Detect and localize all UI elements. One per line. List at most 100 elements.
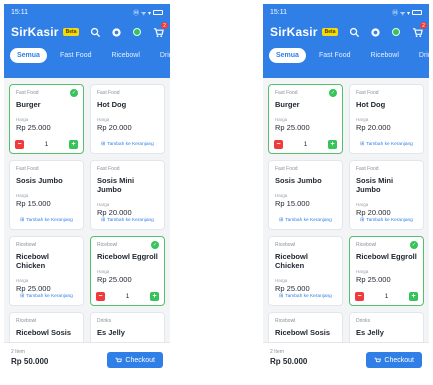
add-to-cart-button[interactable]: ⊞Tambah ke Keranjang — [96, 140, 159, 149]
product-category: Ricebowl — [97, 242, 118, 248]
quantity-stepper: − 1 + — [355, 292, 418, 301]
product-price: Rp 20.000 — [356, 123, 391, 132]
status-bar: 15:11 Ⓜ ᯤ ▾ — [4, 4, 170, 20]
cart-icon: ⊞ — [101, 218, 106, 223]
cart-icon: ⊞ — [101, 142, 106, 147]
product-name: Sosis Jumbo — [275, 176, 322, 185]
product-card[interactable]: Ricebowl Ricebowl Chicken Harga Rp 25.000 ⊞ T… — [268, 236, 343, 306]
cart-icon: ⊞ — [279, 218, 284, 223]
tab-ricebowl[interactable]: Ricebowl — [363, 48, 405, 63]
search-icon[interactable] — [89, 26, 101, 38]
price-label: Harga — [16, 193, 29, 198]
app-header: 15:11 Ⓜ ᯤ ▾ SirKasir Beta 2 Semua Fast F… — [263, 4, 429, 78]
category-icon[interactable] — [110, 26, 122, 38]
product-card[interactable]: Fast Food Burger Harga Rp 25.000 ✓ − 1 + — [268, 84, 343, 154]
price-label: Harga — [97, 202, 110, 207]
price-label: Harga — [16, 278, 29, 283]
product-card[interactable]: Fast Food Sosis Mini Jumbo Harga Rp 20.000 ⊞… — [90, 160, 165, 230]
price-label: Harga — [275, 193, 288, 198]
product-name: Sosis Mini Jumbo — [97, 176, 135, 194]
cart-icon — [116, 357, 123, 362]
product-category: Ricebowl — [16, 318, 37, 324]
product-price: Rp 25.000 — [16, 123, 51, 132]
app-bar: SirKasir Beta 2 — [4, 20, 170, 44]
product-category: Fast Food — [275, 90, 298, 96]
cart-icon[interactable]: 2 — [411, 22, 427, 38]
quantity-value: 1 — [44, 141, 49, 148]
tab-drin[interactable]: Drin — [153, 48, 170, 63]
product-name: Ricebowl Sosis — [16, 328, 72, 337]
signal-icons: Ⓜ ᯤ ▾ — [392, 10, 410, 17]
product-name: Ricebowl Eggroll — [97, 252, 158, 261]
decrease-quantity-button[interactable]: − — [274, 140, 283, 149]
product-card[interactable]: Fast Food Sosis Mini Jumbo Harga Rp 20.000 ⊞… — [349, 160, 424, 230]
tab-semua[interactable]: Semua — [269, 48, 306, 63]
add-to-cart-button[interactable]: ⊞Tambah ke Keranjang — [355, 140, 418, 149]
product-category: Fast Food — [356, 90, 379, 96]
tab-ricebowl[interactable]: Ricebowl — [104, 48, 146, 63]
app-brand: SirKasir — [11, 25, 59, 39]
add-to-cart-button[interactable]: ⊞Tambah ke Keranjang — [274, 292, 337, 301]
product-card[interactable]: Fast Food Sosis Jumbo Harga Rp 15.000 ⊞ Tamba… — [268, 160, 343, 230]
cart-summary-bar: 2 Item Rp 50.000 Checkout — [4, 342, 170, 382]
search-icon[interactable] — [348, 26, 360, 38]
product-card[interactable]: Fast Food Hot Dog Harga Rp 20.000 ⊞ Tambah ke… — [349, 84, 424, 154]
checkout-button[interactable]: Checkout — [107, 352, 163, 368]
appbar-actions: 2 — [89, 22, 168, 38]
app-header: 15:11 Ⓜ ᯤ ▾ SirKasir Beta 2 Semua Fast F… — [4, 4, 170, 78]
online-status-icon[interactable] — [131, 26, 143, 38]
tab-fast-food[interactable]: Fast Food — [312, 48, 358, 63]
increase-quantity-button[interactable]: + — [328, 140, 337, 149]
cart-icon[interactable]: 2 — [152, 22, 168, 38]
cart-count-badge: 2 — [161, 22, 168, 29]
product-name: Es Jelly — [97, 328, 125, 337]
add-to-cart-button[interactable]: ⊞Tambah ke Keranjang — [96, 216, 159, 225]
quantity-value: 1 — [303, 141, 308, 148]
price-label: Harga — [16, 117, 29, 122]
checkout-button[interactable]: Checkout — [366, 352, 422, 368]
price-label: Harga — [275, 117, 288, 122]
product-category: Ricebowl — [275, 318, 296, 324]
increase-quantity-button[interactable]: + — [409, 292, 418, 301]
add-to-cart-label: Tambah ke Keranjang — [107, 142, 154, 147]
add-to-cart-label: Tambah ke Keranjang — [366, 142, 413, 147]
cart-summary-bar: 2 Item Rp 50.000 Checkout — [263, 342, 429, 382]
selected-check-icon: ✓ — [410, 241, 418, 249]
add-to-cart-button[interactable]: ⊞Tambah ke Keranjang — [355, 216, 418, 225]
add-to-cart-button[interactable]: ⊞Tambah ke Keranjang — [15, 216, 78, 225]
product-card[interactable]: Fast Food Sosis Jumbo Harga Rp 15.000 ⊞ Tamba… — [9, 160, 84, 230]
add-to-cart-button[interactable]: ⊞Tambah ke Keranjang — [15, 292, 78, 301]
product-card[interactable]: Fast Food Hot Dog Harga Rp 20.000 ⊞ Tambah ke… — [90, 84, 165, 154]
add-to-cart-button[interactable]: ⊞Tambah ke Keranjang — [274, 216, 337, 225]
product-name: Sosis Mini Jumbo — [356, 176, 394, 194]
add-to-cart-label: Tambah ke Keranjang — [107, 218, 154, 223]
product-card[interactable]: Ricebowl Ricebowl Eggroll Harga Rp 25.000 ✓ −… — [90, 236, 165, 306]
product-card[interactable]: Ricebowl Ricebowl Eggroll Harga Rp 25.000 ✓ −… — [349, 236, 424, 306]
tab-drin[interactable]: Drin — [412, 48, 429, 63]
product-price: Rp 20.000 — [97, 123, 132, 132]
add-to-cart-label: Tambah ke Keranjang — [285, 218, 332, 223]
increase-quantity-button[interactable]: + — [150, 292, 159, 301]
tab-fast-food[interactable]: Fast Food — [53, 48, 99, 63]
status-time: 15:11 — [11, 8, 28, 16]
cart-icon — [375, 357, 382, 362]
product-price: Rp 15.000 — [275, 199, 310, 208]
online-status-icon[interactable] — [390, 26, 402, 38]
decrease-quantity-button[interactable]: − — [96, 292, 105, 301]
app-bar: SirKasir Beta 2 — [263, 20, 429, 44]
product-card[interactable]: Fast Food Burger Harga Rp 25.000 ✓ − 1 + — [9, 84, 84, 154]
increase-quantity-button[interactable]: + — [69, 140, 78, 149]
cart-icon: ⊞ — [279, 294, 284, 299]
product-name: Sosis Jumbo — [16, 176, 63, 185]
product-name: Ricebowl Chicken — [16, 252, 49, 270]
product-card[interactable]: Ricebowl Ricebowl Chicken Harga Rp 25.000 ⊞ T… — [9, 236, 84, 306]
quantity-stepper: − 1 + — [15, 140, 78, 149]
product-category: Fast Food — [97, 90, 120, 96]
beta-badge: Beta — [321, 28, 339, 36]
decrease-quantity-button[interactable]: − — [355, 292, 364, 301]
tab-semua[interactable]: Semua — [10, 48, 47, 63]
category-icon[interactable] — [369, 26, 381, 38]
cart-icon: ⊞ — [20, 294, 25, 299]
price-label: Harga — [356, 269, 369, 274]
decrease-quantity-button[interactable]: − — [15, 140, 24, 149]
